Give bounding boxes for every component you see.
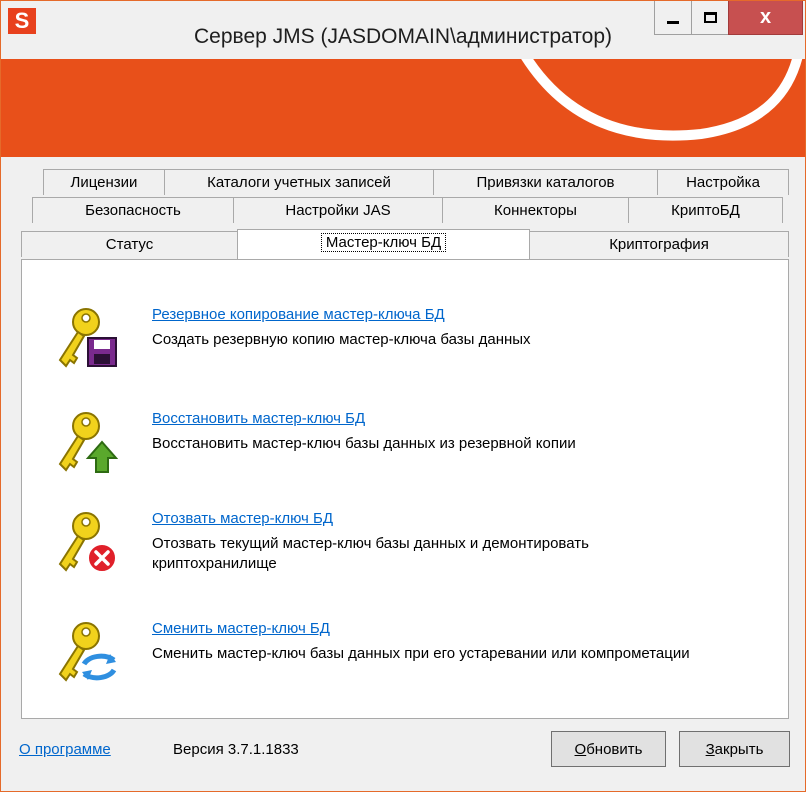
tab-security[interactable]: Безопасность bbox=[32, 197, 234, 223]
tab-account-catalogs[interactable]: Каталоги учетных записей bbox=[164, 169, 434, 195]
refresh-label-rest: бновить bbox=[586, 740, 643, 758]
close-accel-letter: З bbox=[705, 740, 715, 758]
maximize-icon bbox=[703, 12, 717, 23]
key-save-icon bbox=[58, 308, 117, 368]
tab-status[interactable]: Статус bbox=[21, 231, 238, 257]
close-window-button[interactable]: x bbox=[728, 1, 803, 35]
refresh-button[interactable]: Обновить bbox=[551, 731, 666, 767]
key-change-icon bbox=[58, 622, 117, 682]
action-revoke: Отозвать мастер-ключ БД Отозвать текущий… bbox=[54, 510, 754, 590]
change-description: Сменить мастер-ключ базы данных при его … bbox=[152, 645, 690, 662]
refresh-accel-letter: О bbox=[574, 740, 587, 758]
tab-cryptography[interactable]: Криптография bbox=[529, 231, 789, 257]
change-master-key-link[interactable]: Сменить мастер-ключ БД bbox=[152, 620, 330, 637]
close-button[interactable]: Закрыть bbox=[679, 731, 790, 767]
title-bar[interactable]: S Сервер JMS (JASDOMAIN\администратор) x bbox=[1, 1, 805, 59]
restore-master-key-link[interactable]: Восстановить мастер-ключ БД bbox=[152, 410, 365, 427]
tab-master-key-label: Мастер-ключ БД bbox=[320, 233, 447, 252]
close-icon: x bbox=[759, 6, 772, 28]
app-window: S Сервер JMS (JASDOMAIN\администратор) x… bbox=[0, 0, 806, 792]
maximize-button[interactable] bbox=[691, 1, 729, 35]
action-restore: Восстановить мастер-ключ БД Восстановить… bbox=[54, 410, 754, 480]
revoke-master-key-link[interactable]: Отозвать мастер-ключ БД bbox=[152, 510, 333, 527]
close-label-rest: акрыть bbox=[714, 740, 764, 758]
master-key-panel: Резервное копирование мастер-ключа БД Со… bbox=[21, 259, 789, 719]
tab-jas-settings[interactable]: Настройки JAS bbox=[233, 197, 443, 223]
tab-settings[interactable]: Настройка bbox=[657, 169, 789, 195]
tab-catalog-bindings[interactable]: Привязки каталогов bbox=[433, 169, 658, 195]
tab-crypto-db[interactable]: КриптоБД bbox=[628, 197, 783, 223]
about-link[interactable]: О программе bbox=[19, 741, 111, 758]
brand-banner bbox=[1, 59, 805, 157]
tab-connectors[interactable]: Коннекторы bbox=[442, 197, 629, 223]
banner-arc-graphic bbox=[521, 59, 803, 141]
backup-master-key-link[interactable]: Резервное копирование мастер-ключа БД bbox=[152, 306, 445, 323]
version-label: Версия 3.7.1.1833 bbox=[173, 741, 299, 758]
tab-master-key[interactable]: Мастер-ключ БД bbox=[237, 229, 530, 259]
minimize-button[interactable] bbox=[654, 1, 692, 35]
minimize-icon bbox=[667, 21, 679, 24]
backup-description: Создать резервную копию мастер-ключа баз… bbox=[152, 331, 531, 348]
restore-description: Восстановить мастер-ключ базы данных из … bbox=[152, 435, 576, 452]
action-change: Сменить мастер-ключ БД Сменить мастер-кл… bbox=[54, 620, 754, 700]
key-revoke-icon bbox=[58, 512, 117, 573]
key-restore-icon bbox=[58, 412, 118, 473]
action-backup: Резервное копирование мастер-ключа БД Со… bbox=[54, 306, 754, 376]
revoke-description: Отозвать текущий мастер-ключ базы данных… bbox=[152, 535, 589, 572]
tab-licenses[interactable]: Лицензии bbox=[43, 169, 165, 195]
